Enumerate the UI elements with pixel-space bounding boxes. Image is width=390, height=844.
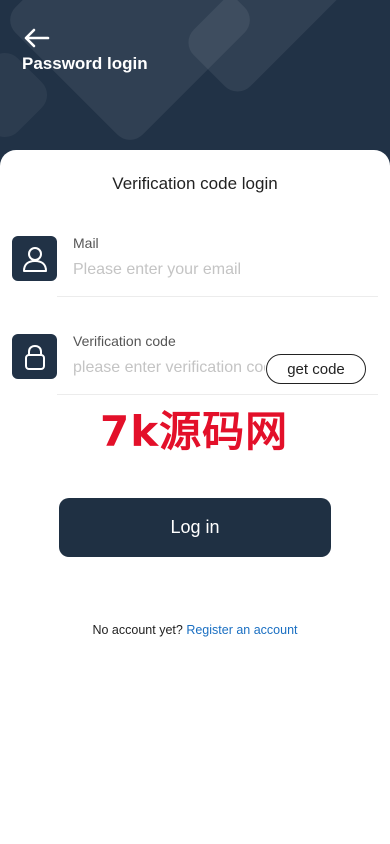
email-input[interactable]	[73, 258, 373, 282]
watermark-text: 7k源码网	[100, 407, 289, 456]
get-code-button[interactable]: get code	[266, 354, 366, 384]
back-button[interactable]	[22, 24, 52, 52]
register-link[interactable]: Register an account	[186, 623, 297, 637]
mail-label: Mail	[73, 235, 99, 251]
decorative-shape	[181, 0, 379, 99]
arrow-left-icon	[24, 28, 50, 48]
mail-field-row: Mail	[0, 230, 390, 310]
login-card: Verification code login Mail Verificatio…	[0, 150, 390, 844]
verification-code-input[interactable]	[73, 356, 265, 380]
lock-icon	[12, 334, 57, 379]
code-field-row: Verification code get code	[0, 328, 390, 408]
register-prompt-line: No account yet? Register an account	[0, 623, 390, 637]
divider	[57, 394, 378, 395]
user-icon	[12, 236, 57, 281]
register-prompt: No account yet?	[92, 623, 183, 637]
card-title: Verification code login	[112, 174, 278, 193]
header-title[interactable]: Password login	[22, 54, 148, 74]
code-label: Verification code	[73, 333, 176, 349]
login-button[interactable]: Log in	[59, 498, 331, 557]
divider	[57, 296, 378, 297]
